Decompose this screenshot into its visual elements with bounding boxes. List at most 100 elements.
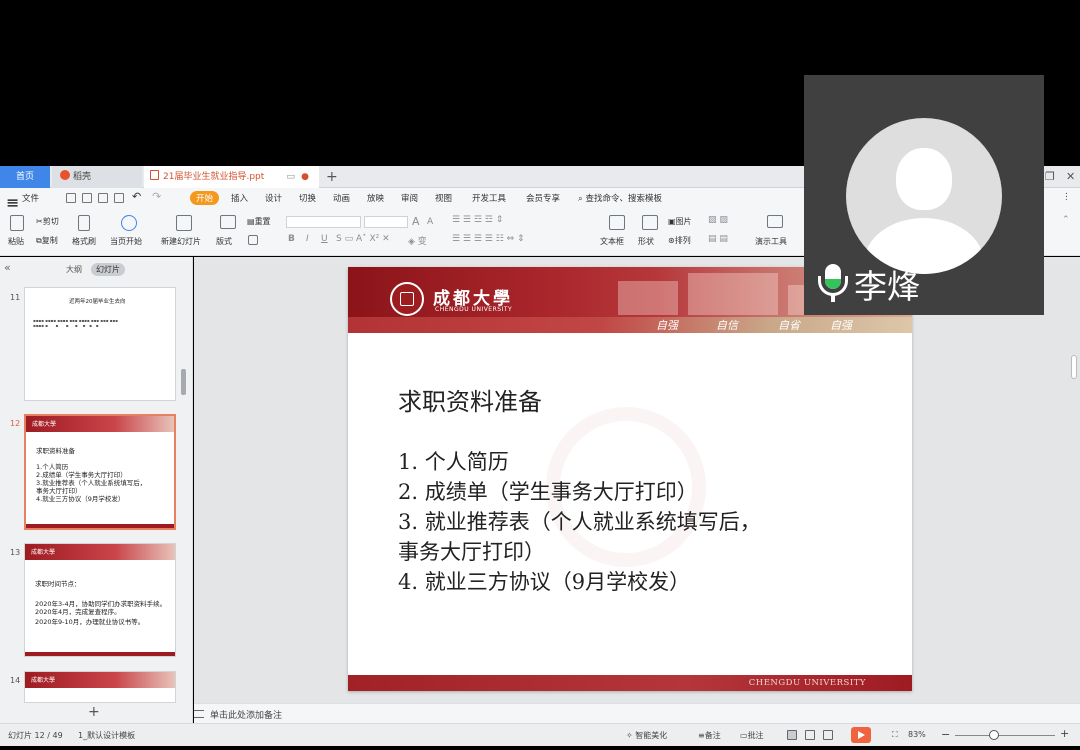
underline-button[interactable]: U [321, 234, 328, 244]
bold-button[interactable]: B [288, 234, 295, 244]
more-options-icon[interactable]: ⋮ [1062, 192, 1071, 202]
play-from-current-icon[interactable] [121, 215, 137, 231]
cut-button[interactable]: ✂剪切 [36, 216, 59, 227]
font-color-icon[interactable]: ◈ 变 [408, 234, 427, 247]
menu-home[interactable]: 开始 [190, 191, 220, 205]
menu-view[interactable]: 视图 [435, 192, 452, 204]
print-icon[interactable] [98, 193, 108, 203]
menu-member[interactable]: 会员专享 [526, 192, 560, 204]
format-painter-icon[interactable] [78, 215, 90, 231]
reading-view-icon[interactable] [823, 730, 833, 740]
fit-window-icon[interactable]: ⛶ [892, 730, 898, 740]
paragraph-align-icons[interactable]: ☰ ☰ ☰ ☰ ☷ ⇔ ⇕ [452, 234, 525, 244]
tab-slides[interactable]: 幻灯片 [91, 263, 125, 276]
notes-pane[interactable]: 单击此处添加备注 [194, 703, 1080, 723]
menu-developer[interactable]: 开发工具 [472, 192, 506, 204]
slide-thumbnail-13[interactable]: 成都大學 求职时间节点： 2020年3-4月，协助同学们办求职资料手续。 202… [24, 543, 176, 657]
arrange-button[interactable]: ⊛排列 [668, 235, 691, 246]
decrease-font-button[interactable]: A [427, 217, 433, 227]
normal-view-icon[interactable] [787, 730, 797, 740]
increase-font-button[interactable]: A [412, 215, 420, 228]
paste-icon[interactable] [10, 215, 24, 231]
shape-button[interactable]: 形状 [638, 236, 654, 247]
section-icon[interactable] [248, 235, 258, 245]
misc-tools-icons-2[interactable]: ▤ ▤ [708, 234, 728, 244]
misc-tools-icons[interactable]: ▨ ▨ [708, 215, 728, 225]
shape-icon[interactable] [642, 215, 658, 230]
list-format-icons[interactable]: ☰ ☰ ☲ ☲ ⇕ [452, 215, 503, 225]
tab-close-dot-icon[interactable]: ● [301, 166, 309, 188]
picture-button[interactable]: ▣图片 [668, 216, 692, 227]
new-slide-icon[interactable] [176, 215, 192, 231]
editor-scrollbar[interactable] [1071, 355, 1077, 379]
restore-window-icon[interactable]: ❐ [1045, 166, 1055, 188]
slide-body-text[interactable]: 1. 个人简历 2. 成绩单（学生事务大厅打印） 3. 就业推荐表（个人就业系统… [398, 447, 761, 597]
zoom-level[interactable]: 83% [908, 730, 926, 739]
new-slide-button[interactable]: 新建幻灯片 [161, 236, 201, 247]
current-slide[interactable]: 成都大學 CHENGDU UNIVERSITY 自强 自信 自省 自强 求职资料… [348, 267, 912, 691]
tab-document[interactable]: 21届毕业生就业指导.ppt ▭ ● [144, 166, 319, 188]
motto-4: 自强 [830, 319, 852, 332]
collapse-panel-icon[interactable]: « [4, 261, 11, 274]
notes-toggle-button[interactable]: ≡备注 [698, 730, 721, 741]
presenter-tools-button[interactable]: 演示工具 [755, 236, 787, 247]
italic-button[interactable]: I [306, 234, 309, 244]
smart-beautify-button[interactable]: ✧ 智能美化 [626, 730, 667, 741]
notes-icon [194, 710, 204, 718]
new-tab-button[interactable]: + [326, 166, 342, 188]
tab-home[interactable]: 首页 [0, 166, 50, 188]
layout-icon[interactable] [220, 215, 236, 229]
paste-button[interactable]: 粘贴 [8, 236, 24, 247]
redo-icon[interactable]: ↷ [152, 190, 161, 203]
text-effects-icons[interactable]: S ▭ A˟ X² ✕ [336, 234, 390, 244]
thumbnail-scrollbar[interactable] [181, 369, 186, 395]
font-name-select[interactable] [286, 216, 361, 228]
picture-label: 图片 [675, 217, 692, 226]
slide-thumbnail-12[interactable]: 成都大學 求职资料准备 1.个人简历 2.成绩单（学生事务大厅打印） 3.就业推… [24, 414, 176, 530]
slide-title[interactable]: 求职资料准备 [398, 382, 542, 417]
save-icon[interactable] [66, 193, 76, 203]
font-size-select[interactable] [364, 216, 408, 228]
hamburger-icon[interactable]: ≡ [6, 193, 19, 212]
thumb-line: 1.个人简历 [36, 463, 69, 471]
zoom-out-button[interactable]: − [941, 728, 950, 741]
zoom-slider-thumb[interactable] [989, 730, 999, 740]
collapse-ribbon-icon[interactable]: ⌃ [1062, 215, 1070, 225]
tab-outline[interactable]: 大纲 [66, 264, 82, 275]
menu-slideshow[interactable]: 放映 [367, 192, 384, 204]
video-call-tile[interactable]: 李烽 [804, 75, 1044, 315]
command-search[interactable]: ⌕ 查找命令、搜索模板 [578, 192, 662, 204]
notes-placeholder[interactable]: 单击此处添加备注 [210, 708, 282, 721]
comments-toggle-button[interactable]: ▭批注 [740, 730, 764, 741]
zoom-slider-track[interactable] [955, 735, 1055, 736]
slide-thumbnail-14[interactable]: 成都大學 [24, 671, 176, 703]
close-window-icon[interactable]: ✕ [1066, 166, 1075, 188]
slide-line: 事务大厅打印） [398, 540, 545, 564]
menu-insert[interactable]: 插入 [231, 192, 248, 204]
add-slide-button[interactable]: + [88, 704, 100, 720]
layout-button[interactable]: 版式 [216, 236, 232, 247]
play-slideshow-button[interactable] [851, 727, 871, 743]
copy-button[interactable]: ⧉复制 [36, 235, 58, 246]
menu-design[interactable]: 设计 [265, 192, 282, 204]
presenter-tools-icon[interactable] [767, 215, 783, 228]
format-painter-button[interactable]: 格式刷 [72, 236, 96, 247]
menu-animation[interactable]: 动画 [333, 192, 350, 204]
menu-transition[interactable]: 切换 [299, 192, 316, 204]
slide-thumbnail-11[interactable]: 近两年20届毕业生去向 ▪▪▪▪ ▪▪▪▪ ▪▪▪▪ ▪▪▪ ▪▪▪▪ ▪▪▪ … [24, 287, 176, 401]
menu-file[interactable]: 文件 [22, 192, 39, 204]
textbox-icon[interactable] [609, 215, 625, 230]
preview-icon[interactable] [114, 193, 124, 203]
tab-docer[interactable]: 稻壳 [52, 166, 142, 188]
zoom-in-button[interactable]: + [1060, 727, 1069, 740]
monitor-icon[interactable]: ▭ [286, 166, 295, 188]
reset-button[interactable]: ▤重置 [247, 216, 271, 227]
undo-icon[interactable]: ↶ [132, 190, 141, 203]
textbox-button[interactable]: 文本框 [600, 236, 624, 247]
slide-sorter-icon[interactable] [805, 730, 815, 740]
menu-review[interactable]: 审阅 [401, 192, 418, 204]
thumb-table: ▪▪▪▪ ▪▪▪▪ ▪▪▪▪ ▪▪▪ ▪▪▪▪ ▪▪▪ ▪▪▪ ▪▪▪ ▪▪▪▪ … [33, 318, 118, 328]
slide-number: 11 [10, 293, 21, 302]
play-from-current-button[interactable]: 当页开始 [110, 236, 142, 247]
export-icon[interactable] [82, 193, 92, 203]
